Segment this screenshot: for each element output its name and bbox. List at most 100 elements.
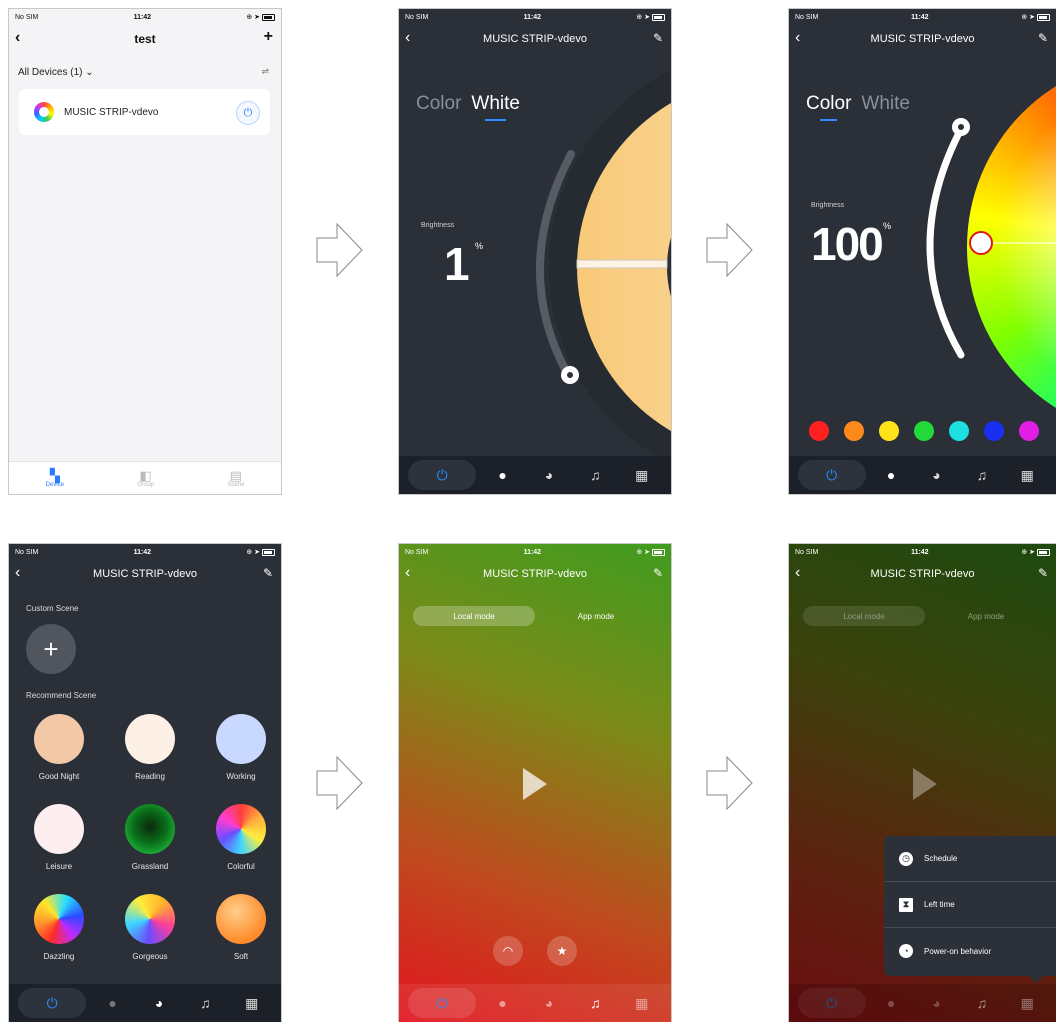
edit-icon[interactable]: ✎: [653, 566, 663, 580]
device-title: MUSIC STRIP-vdevo: [93, 568, 197, 580]
tab-music[interactable]: ♫: [962, 462, 1002, 488]
tab-more[interactable]: ▦: [1007, 462, 1047, 488]
edit-icon[interactable]: ✎: [1038, 566, 1048, 580]
tab-device[interactable]: ▚ Device: [46, 469, 64, 488]
tab-music[interactable]: ♫: [575, 462, 615, 488]
bulb-icon: ●: [498, 467, 507, 483]
scene-item[interactable]: Working: [196, 714, 281, 781]
color-swatch[interactable]: [809, 421, 829, 441]
tab-music[interactable]: ♫: [962, 990, 1002, 1016]
page-title: test: [134, 32, 156, 46]
scene-item[interactable]: Colorful: [196, 804, 281, 871]
color-swatch[interactable]: [949, 421, 969, 441]
group-icon: ◧: [139, 467, 152, 483]
play-icon[interactable]: [913, 768, 937, 800]
tab-more[interactable]: ▦: [622, 462, 662, 488]
palette-icon: ◕: [932, 467, 941, 483]
tab-more[interactable]: ▦: [1007, 990, 1047, 1016]
plus-icon[interactable]: +: [264, 28, 273, 46]
tab-light[interactable]: ●: [871, 462, 911, 488]
arrow-shape: [706, 755, 753, 811]
menu-item-schedule[interactable]: ◷ Schedule: [884, 836, 1056, 882]
tab-light[interactable]: ●: [871, 990, 911, 1016]
chevron-left-icon[interactable]: ‹: [15, 564, 20, 582]
power-button[interactable]: ⏻: [236, 101, 260, 125]
scene-name: Soft: [233, 952, 249, 961]
edit-icon[interactable]: ✎: [263, 566, 273, 580]
scene-item[interactable]: Good Night: [14, 714, 104, 781]
chevron-left-icon[interactable]: ‹: [405, 564, 410, 582]
bottom-tab-bar: ⏻ ● ◕ ♫ ▦: [789, 456, 1056, 494]
device-name: MUSIC STRIP-vdevo: [64, 106, 159, 118]
app-mode-button[interactable]: App mode: [535, 606, 657, 626]
play-icon[interactable]: [523, 768, 547, 800]
tab-music[interactable]: ♫: [575, 990, 615, 1016]
brightness-arc[interactable]: [926, 125, 965, 359]
scene-item[interactable]: Grassland: [105, 804, 195, 871]
scene-screen: No SIM 11:42 ⊕ ➤ ‹ MUSIC STRIP-vdevo ✎ C…: [9, 544, 281, 1022]
power-tab[interactable]: ⏻: [408, 460, 477, 490]
sliders-icon[interactable]: ⇌: [261, 66, 269, 77]
chevron-left-icon[interactable]: ‹: [15, 29, 20, 47]
chevron-left-icon[interactable]: ‹: [795, 564, 800, 582]
scene-item[interactable]: Soft: [196, 894, 281, 961]
tab-scene-label: Scene: [227, 481, 245, 488]
power-tab[interactable]: ⏻: [797, 460, 866, 490]
local-mode-button[interactable]: Local mode: [413, 606, 535, 626]
app-mode-button[interactable]: App mode: [925, 606, 1047, 626]
tab-scenes[interactable]: ◕: [529, 990, 569, 1016]
device-list-screen: No SIM 11:42 ⊕ ➤ ‹ test + All Devices (1…: [9, 9, 281, 494]
power-tab[interactable]: ⏻: [797, 988, 866, 1018]
menu-item-power-on-behavior[interactable]: ◔ Power-on behavior: [884, 928, 1056, 974]
palette-icon: ◕: [544, 995, 554, 1011]
tab-scenes[interactable]: ◕: [916, 990, 956, 1016]
color-picker-handle[interactable]: [969, 231, 993, 255]
tab-white-light[interactable]: ●: [483, 462, 523, 488]
local-mode-button[interactable]: Local mode: [803, 606, 925, 626]
tab-scene[interactable]: ▤ Scene: [227, 469, 244, 488]
tab-light[interactable]: ●: [93, 990, 133, 1016]
color-swatch[interactable]: [1019, 421, 1039, 441]
scene-item[interactable]: Leisure: [14, 804, 104, 871]
color-swatch[interactable]: [844, 421, 864, 441]
battery-icon: [652, 548, 665, 556]
music-screen: No SIM 11:42 ⊕ ➤ ‹ MUSIC STRIP-vdevo ✎ L…: [399, 544, 671, 1022]
tab-light[interactable]: ●: [483, 990, 523, 1016]
tab-scenes[interactable]: ◕: [916, 462, 956, 488]
flow-arrow-icon: [706, 222, 753, 278]
scene-swatch: [216, 714, 266, 764]
tab-group[interactable]: ◧ Group: [137, 469, 154, 488]
arrow-shape: [706, 222, 753, 278]
power-icon: ⏻: [826, 466, 838, 483]
all-devices-dropdown[interactable]: All Devices (1) ⌄: [18, 67, 94, 78]
menu-item-left-time[interactable]: ⧗ Left time: [884, 882, 1056, 928]
recommend-scene-label: Recommend Scene: [26, 691, 97, 700]
temperature-slider-handle[interactable]: [576, 259, 668, 269]
tab-scenes[interactable]: ◕: [529, 462, 569, 488]
tab-more[interactable]: ▦: [622, 990, 662, 1016]
power-tab[interactable]: ⏻: [18, 988, 87, 1018]
scene-item[interactable]: Gorgeous: [105, 894, 195, 961]
scene-item[interactable]: Dazzling: [14, 894, 104, 961]
tab-more[interactable]: ▦: [232, 990, 272, 1016]
music-icon: ♫: [590, 467, 601, 483]
sensitivity-button[interactable]: ◠: [493, 936, 523, 966]
add-scene-button[interactable]: +: [26, 624, 76, 674]
power-icon: ⏻: [436, 466, 448, 483]
device-card[interactable]: MUSIC STRIP-vdevo ⏻: [19, 89, 270, 135]
scene-swatch: [216, 804, 266, 854]
tab-scenes[interactable]: ◕: [139, 990, 179, 1016]
palette-icon: ◕: [154, 995, 164, 1011]
color-swatch[interactable]: [914, 421, 934, 441]
scene-item[interactable]: Reading: [105, 714, 195, 781]
arrow-shape: [316, 755, 363, 811]
favorite-button[interactable]: ★: [547, 936, 577, 966]
power-icon: ⏻: [46, 994, 58, 1011]
color-swatch[interactable]: [879, 421, 899, 441]
color-swatch[interactable]: [984, 421, 1004, 441]
power-tab[interactable]: ⏻: [408, 988, 477, 1018]
all-devices-label: All Devices (1): [18, 67, 83, 78]
scene-swatch: [34, 804, 84, 854]
tab-music[interactable]: ♫: [185, 990, 225, 1016]
gauge-icon: ◠: [502, 944, 514, 958]
